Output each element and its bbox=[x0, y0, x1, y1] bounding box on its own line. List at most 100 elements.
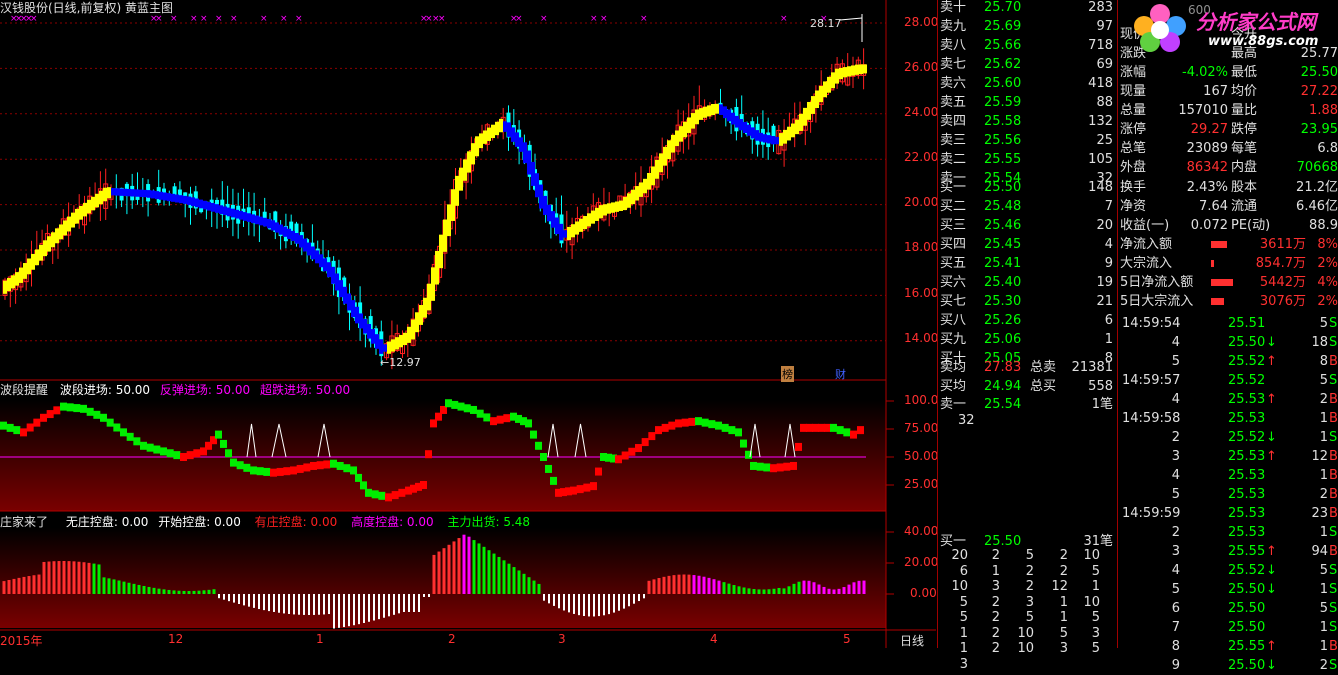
buy-queue-row[interactable]: 1 2 10 5 3 bbox=[938, 626, 1117, 642]
ask-row[interactable]: 卖三 25.56 25 bbox=[938, 131, 1117, 150]
wave-ribbon-up bbox=[43, 240, 47, 257]
wave-ribbon-up bbox=[779, 133, 783, 146]
tick-row[interactable]: 14:59:57 25.52 5 S bbox=[1118, 371, 1338, 390]
wave-indicator-step bbox=[857, 426, 864, 435]
tick-row[interactable]: 14:59:58 25.53 1 B bbox=[1118, 409, 1338, 428]
y-tick-main-2: 24.00 bbox=[904, 105, 939, 119]
flow-label: 5日大宗流入 bbox=[1120, 294, 1194, 309]
ask-row[interactable]: 卖二 25.55 105 bbox=[938, 150, 1117, 169]
flow-row[interactable]: 5日大宗流入 3076万 2% bbox=[1118, 292, 1338, 311]
sell-queue-items[interactable]: 32 bbox=[938, 411, 1117, 430]
tick-row[interactable]: 4 25.53 1 B bbox=[1118, 466, 1338, 485]
ask-label: 卖十 bbox=[940, 0, 967, 15]
wave-ribbon-down bbox=[503, 121, 507, 132]
wave-indicator-step bbox=[193, 449, 201, 458]
main-chart[interactable]: × × × × × × × × × × × × × × × × × × × × × × × × × × × 汉钱股份(日线,前复权)… bbox=[0, 0, 939, 649]
fin-row[interactable]: 换手 2.43% 股本 21.2亿 bbox=[1118, 178, 1338, 197]
tick-row[interactable]: 5 25.53 2 B bbox=[1118, 485, 1338, 504]
ask-label: 卖四 bbox=[940, 114, 967, 129]
buy-queue-row[interactable]: 5 2 3 1 10 bbox=[938, 595, 1117, 611]
top-marker: × bbox=[230, 14, 238, 24]
tick-row[interactable]: 14:59:59 25.53 23 B bbox=[1118, 504, 1338, 523]
wave-ribbon-up bbox=[387, 341, 391, 354]
bid-row[interactable]: 买六 25.40 19 bbox=[938, 273, 1117, 292]
quote-row[interactable]: 外盘 86342 内盘 70668 bbox=[1118, 158, 1338, 177]
buy-queue-row[interactable]: 3 bbox=[938, 657, 1117, 673]
event-badge-cai[interactable]: 财 bbox=[835, 366, 846, 382]
tick-row[interactable]: 7 25.50 1 S bbox=[1118, 618, 1338, 637]
wave-ribbon-up bbox=[667, 140, 671, 160]
ask-row[interactable]: 卖六 25.60 418 bbox=[938, 74, 1117, 93]
avg-row[interactable]: 卖均 27.83 总卖 21381 bbox=[938, 358, 1117, 377]
ask-price: 25.69 bbox=[984, 19, 1022, 34]
bid-row[interactable]: 买二 25.48 7 bbox=[938, 197, 1117, 216]
wave-indicator-step bbox=[60, 402, 67, 411]
tick-row[interactable]: 3 25.53 ↑ 12 B bbox=[1118, 447, 1338, 466]
tick-row[interactable]: 9 25.50 ↓ 2 S bbox=[1118, 656, 1338, 675]
ask-row[interactable]: 卖五 25.59 88 bbox=[938, 93, 1117, 112]
wave-indicator-step bbox=[668, 421, 676, 430]
ask-row[interactable]: 卖九 25.69 97 bbox=[938, 17, 1117, 36]
tick-row[interactable]: 4 25.52 ↓ 5 S bbox=[1118, 561, 1338, 580]
flow-row[interactable]: 5日净流入额 5442万 4% bbox=[1118, 273, 1338, 292]
tick-row[interactable]: 8 25.55 ↑ 1 B bbox=[1118, 637, 1338, 656]
buy-queue-row[interactable]: 10 3 2 12 1 bbox=[938, 579, 1117, 595]
tick-row[interactable]: 5 25.52 ↑ 8 B bbox=[1118, 352, 1338, 371]
ask-row[interactable]: 卖七 25.62 69 bbox=[938, 55, 1117, 74]
wave-indicator-step bbox=[263, 467, 271, 476]
tick-row[interactable]: 6 25.50 5 S bbox=[1118, 599, 1338, 618]
period-label[interactable]: 日线 bbox=[900, 632, 924, 649]
tick-row[interactable]: 5 25.50 ↓ 1 S bbox=[1118, 580, 1338, 599]
buy-queue-row[interactable]: 20 2 5 2 10 bbox=[938, 548, 1117, 564]
wave-ribbon-up bbox=[783, 129, 787, 144]
buy-queue-row[interactable]: 1 2 10 3 5 bbox=[938, 641, 1117, 657]
queue-buy-item: 1 bbox=[959, 625, 968, 641]
fin-row[interactable]: 净资 7.64 流通 6.46亿 bbox=[1118, 197, 1338, 216]
tick-row[interactable]: 4 25.53 ↑ 2 B bbox=[1118, 390, 1338, 409]
wave-ribbon-down bbox=[539, 184, 543, 209]
tick-side: S bbox=[1329, 373, 1338, 388]
avg-row[interactable]: 买均 24.94 总买 558 bbox=[938, 377, 1117, 396]
wave-ribbon-up bbox=[639, 182, 643, 197]
fin-row[interactable]: 收益(一) 0.072 PE(动) 88.9 bbox=[1118, 216, 1338, 235]
ask-row[interactable]: 卖十 25.70 283 bbox=[938, 0, 1117, 17]
chart-canvas[interactable]: ××××× ×× × × × × × × × × ×× ×× ×× × × × × × × bbox=[0, 0, 936, 648]
wave-indicator-step bbox=[830, 423, 837, 432]
flow-row[interactable]: 大宗流入 854.7万 2% bbox=[1118, 254, 1338, 273]
wave-indicator-step bbox=[336, 461, 344, 470]
tick-row[interactable]: 14:59:54 25.51 5 S bbox=[1118, 314, 1338, 333]
bid-row[interactable]: 买五 25.41 9 bbox=[938, 254, 1117, 273]
wave-ribbon-up bbox=[51, 232, 55, 248]
tick-row[interactable]: 2 25.53 1 S bbox=[1118, 523, 1338, 542]
bid-volume: 4 bbox=[1104, 237, 1113, 252]
tick-price: 25.52 bbox=[1228, 354, 1266, 369]
ask-row[interactable]: 卖四 25.58 132 bbox=[938, 112, 1117, 131]
buy-queue-row[interactable]: 5 2 5 1 5 bbox=[938, 610, 1117, 626]
bid-price: 25.45 bbox=[984, 237, 1022, 252]
bid-row[interactable]: 买八 25.26 6 bbox=[938, 311, 1117, 330]
bid-row[interactable]: 买一 25.50 148 bbox=[938, 178, 1117, 197]
flow-row[interactable]: 净流入额 3611万 8% bbox=[1118, 235, 1338, 254]
tick-row[interactable]: 3 25.55 ↑ 94 B bbox=[1118, 542, 1338, 561]
wave-ribbon-up bbox=[603, 204, 607, 216]
quote-row[interactable]: 总笔 23089 每笔 6.8 bbox=[1118, 139, 1338, 158]
quote-row[interactable]: 现量 167 均价 27.22 bbox=[1118, 82, 1338, 101]
event-badge-bang[interactable]: 榜 bbox=[781, 366, 794, 382]
ask-row[interactable]: 卖八 25.66 718 bbox=[938, 36, 1117, 55]
bid-row[interactable]: 买四 25.45 4 bbox=[938, 235, 1117, 254]
wave-ribbon-up bbox=[399, 334, 403, 348]
tick-row[interactable]: 2 25.52 ↓ 1 S bbox=[1118, 428, 1338, 447]
tick-time: 3 bbox=[1171, 544, 1180, 559]
bid-price: 25.50 bbox=[984, 180, 1022, 195]
quote-row[interactable]: 涨幅 -4.02% 最低 25.50 bbox=[1118, 63, 1338, 82]
bid-row[interactable]: 买七 25.30 21 bbox=[938, 292, 1117, 311]
wave-indicator-step bbox=[806, 423, 813, 432]
buy-queue-row[interactable]: 6 1 2 2 5 bbox=[938, 564, 1117, 580]
bid-row[interactable]: 买三 25.46 20 bbox=[938, 216, 1117, 235]
quote-row[interactable]: 总量 157010 量比 1.88 bbox=[1118, 101, 1338, 120]
bid-row[interactable]: 买九 25.06 1 bbox=[938, 330, 1117, 349]
quote-row[interactable]: 涨停 29.27 跌停 23.95 bbox=[1118, 120, 1338, 139]
tick-row[interactable]: 4 25.50 ↓ 18 S bbox=[1118, 333, 1338, 352]
wave-ribbon-down bbox=[271, 220, 275, 231]
top-marker: × bbox=[515, 14, 523, 24]
